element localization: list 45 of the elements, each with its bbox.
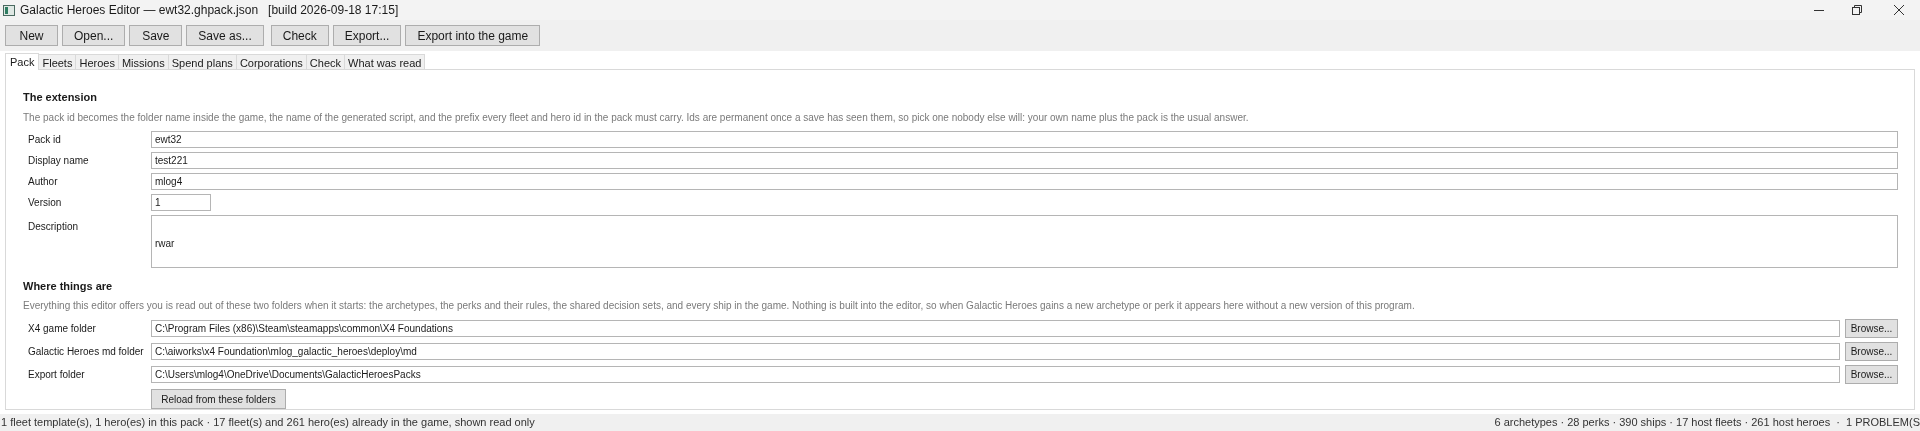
section-description: The pack id becomes the folder name inside the game, the name of the generated script, and the prefix every fleet and hero id in the pack must carry. Ids are permanent once a save has seen them, so pick one nobody else will: your own name plus the pack is the usual answer. [23,110,1250,125]
tab[interactable]: Corporations [236,54,307,69]
browse-button[interactable]: Browse... [1845,319,1898,338]
field-label: Galactic Heroes md folder [27,345,145,359]
section-heading: Where things are [23,278,114,294]
browse-button[interactable]: Browse... [1845,365,1898,384]
field-label: X4 game folder [27,322,97,336]
section-heading: The extension [23,90,98,105]
field-label: Pack id [27,132,62,147]
text-field[interactable]: test221 [151,151,1898,169]
tab[interactable]: Missions [118,54,169,69]
version-field[interactable]: 1 [151,193,211,211]
toolbar-button[interactable]: Export... [332,25,402,46]
field-label: Display name [27,153,90,168]
window-title: Galactic Heroes Editor — ewt32.ghpack.json [build 2026-09-18 17:15] [20,2,399,19]
tab[interactable]: Check [306,54,346,69]
field-label: Export folder [27,368,86,382]
folder-path-field[interactable]: C:\Program Files (x86)\Steam\steamapps\common\X4 Foundations [151,320,1840,337]
toolbar-button[interactable]: New [5,25,58,46]
browse-button[interactable]: Browse... [1845,342,1898,361]
tab[interactable]: What was read [345,54,426,69]
field-label: Description [27,219,80,234]
tab[interactable]: Fleets [39,54,77,69]
text-field[interactable]: mlog4 [151,172,1898,190]
toolbar-button[interactable]: Export into the game [405,25,541,46]
tab[interactable]: Spend plans [168,54,237,69]
text-field[interactable]: ewt32 [151,130,1898,148]
toolbar-button[interactable]: Open... [62,25,126,46]
tab[interactable]: Heroes [76,54,119,69]
app-icon [3,4,15,16]
toolbar-button[interactable]: Save as... [186,25,264,46]
section-description: Everything this editor offers you is read out of these two folders when it starts: the archetypes, the perks and their rules, the shared decision sets, and every ship in the game. Nothing is built into the editor, so when Galactic Heroes gains a new archetype or perk it appears here without a new version of this program. [23,299,1416,313]
status-text: 1 fleet template(s), 1 hero(es) in this pack · 17 fleet(s) and 261 hero(es) already in the game, shown read only [0,415,535,431]
status-summary: 6 archetypes · 28 perks · 390 ships · 17 host fleets · 261 host heroes · 1 PROBLEM(S [1494,415,1920,431]
folder-path-field[interactable]: C:\aiworks\x4 Foundation\mlog_galactic_heroes\deploy\md [151,343,1840,360]
reload-button[interactable]: Reload from these folders [151,389,286,409]
field-label: Author [27,174,59,189]
field-label: Version [27,195,63,210]
tab[interactable]: Pack [5,53,40,70]
toolbar-button[interactable]: Check [270,25,329,46]
close-icon[interactable] [1894,5,1904,15]
folder-path-field[interactable]: C:\Users\mlog4\OneDrive\Documents\GalacticHeroesPacks [151,366,1840,383]
restore-icon[interactable] [1852,5,1862,15]
toolbar-button[interactable]: Save [129,25,183,46]
description-field[interactable]: rwar [151,214,1898,268]
